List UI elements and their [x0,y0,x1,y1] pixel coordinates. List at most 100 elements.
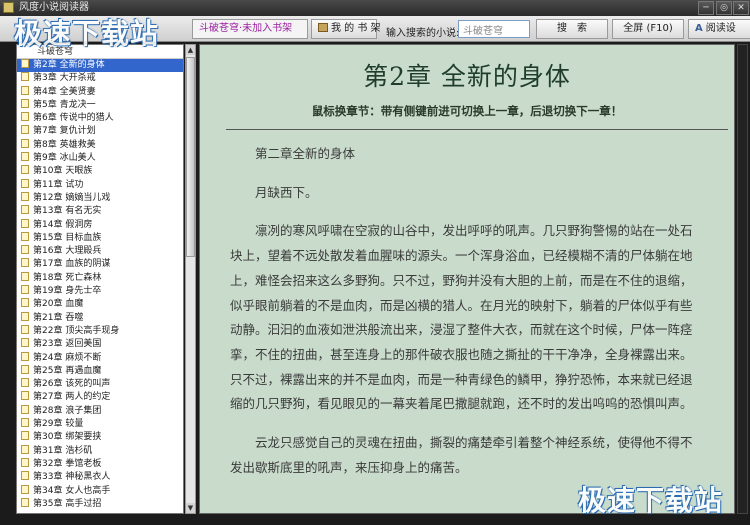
chapter-item[interactable]: 第10章 天眼族 [17,165,183,178]
bookshelf-button[interactable]: 我 的 书 架 [311,19,381,39]
chapter-label: 第4章 全美贤妻 [33,86,96,97]
chapter-label: 第33章 神秘黑衣人 [33,472,111,483]
chapter-item[interactable]: 第12章 嫡嫡当儿戏 [17,191,183,205]
chapter-item[interactable]: 第15章 目标血族 [17,231,183,245]
chapter-item[interactable]: 第23章 返回美国 [17,338,183,351]
document-icon [21,364,29,374]
document-icon [21,231,29,241]
chapter-label: 第12章 嫡嫡当儿戏 [33,192,111,203]
document-icon [21,471,29,481]
chapter-label: 第14章 假洞房 [33,219,93,230]
chapter-item[interactable]: 第29章 较量 [17,418,183,431]
chapter-label: 第32章 拳馆老板 [33,458,102,469]
chapter-label: 第13章 有名无实 [33,206,102,217]
document-icon [21,85,29,95]
chapter-item[interactable]: 第18章 死亡森林 [17,271,183,285]
chapter-item[interactable]: 第22章 顶尖高手现身 [17,324,183,338]
chapter-item[interactable]: 第33章 神秘黑衣人 [17,471,183,484]
settings-icon: A [695,23,703,34]
chapter-list-scrollbar[interactable]: ▲ ▼ [185,44,196,514]
app-icon [3,2,14,13]
document-icon [21,391,29,401]
chapter-label: 第26章 该死的叫声 [33,379,111,390]
chapter-item[interactable]: 第27章 两人的约定 [17,391,183,404]
fullscreen-button[interactable]: 全屏 (F10) [612,19,684,39]
chapter-text: 第二章全新的身体 月缺西下。 凛冽的寒风呼啸在空寂的山谷中，发出呼呼的吼声。几只… [200,130,734,480]
chapter-item[interactable]: 第32章 拳馆老板 [17,457,183,471]
document-icon [21,457,29,467]
reading-pane-scrollbar[interactable] [737,44,748,514]
document-icon [21,245,29,255]
document-icon [21,72,29,82]
minimize-button[interactable]: ─ [698,1,714,15]
chapter-label: 第22章 顶尖高手现身 [33,325,120,336]
chapter-item[interactable]: 第6章 传说中的猎人 [17,112,183,125]
document-icon [21,431,29,441]
chapter-item[interactable]: 第11章 试功 [17,178,183,192]
bookshelf-label: 我 的 书 架 [331,23,381,34]
chapter-item[interactable]: 第21章 吞噬 [17,311,183,325]
reading-settings-label: 阅读设 [705,23,736,34]
chapter-label: 第17章 血族的阴谋 [33,259,111,270]
chapter-item[interactable]: 第3章 大开杀戒 [17,72,183,85]
chapter-label: 第35章 高手过招 [33,498,102,509]
chapter-label: 第8章 英雄救美 [33,139,96,150]
document-icon [21,112,29,122]
document-icon [21,285,29,295]
paragraph: 云龙只感觉自己的灵魂在扭曲，撕裂的痛楚牵引着整个神经系统，使得他不得不发出歇斯底… [230,435,693,475]
chapter-label: 第31章 浩杉矶 [33,445,93,456]
close-button[interactable]: ✕ [733,1,749,15]
chapter-label: 第15章 目标血族 [33,232,102,243]
reading-pane[interactable]: 第2章 全新的身体 鼠标换章节：带有侧键前进可切换上一章，后退切换下一章！ 第二… [199,44,735,514]
chapter-item[interactable]: 第35章 高手过招 [17,497,183,511]
document-icon [21,98,29,108]
chapter-item[interactable]: 第34章 女人也高手 [17,484,183,498]
chapter-item[interactable]: 第26章 该死的叫声 [17,378,183,391]
paragraph: 第二章全新的身体 [255,146,356,161]
chapter-item[interactable]: 第9章 冰山美人 [17,152,183,165]
document-icon [21,271,29,281]
search-label: 输入搜索的小说: [386,28,460,39]
chapter-label: 第29章 较量 [33,419,84,430]
reading-settings-button[interactable]: A 阅读设 [688,19,750,39]
paragraph: 凛冽的寒风呼啸在空寂的山谷中，发出呼呼的吼声。几只野狗警惕的站在一处石块上，望着… [230,223,693,412]
current-book-tab[interactable]: 斗破苍穹·未加入书架 [192,19,308,39]
chapter-item[interactable]: 第28章 浪子集团 [17,404,183,418]
document-icon [21,178,29,188]
chapter-item[interactable]: 第31章 浩杉矶 [17,444,183,458]
chapter-item[interactable]: 第20章 血魔 [17,298,183,311]
document-icon [21,444,29,454]
chapter-item[interactable]: 第7章 复仇计划 [17,125,183,138]
chapter-item[interactable]: 第5章 青龙决一 [17,98,183,112]
chapter-item[interactable]: 第25章 再遇血魔 [17,364,183,378]
chapter-item[interactable]: 第2章 全新的身体 [17,59,183,73]
chapter-item[interactable]: 第16章 大理殿兵 [17,245,183,258]
chapter-label: 第24章 麻烦不断 [33,352,102,363]
chapter-label: 第23章 返回美国 [33,339,102,350]
chapter-label: 第18章 死亡森林 [33,272,102,283]
chapter-label: 第19章 身先士卒 [33,286,102,297]
chapter-item[interactable]: 第14章 假洞房 [17,218,183,232]
chapter-label: 第11章 试功 [33,179,84,190]
search-input[interactable] [458,20,530,38]
chapter-item[interactable]: 第8章 英雄救美 [17,138,183,152]
document-icon [21,125,29,135]
document-icon [21,497,29,507]
chapter-item[interactable]: 第19章 身先士卒 [17,285,183,298]
scroll-up-arrow[interactable]: ▲ [186,45,195,55]
chapter-item[interactable]: 第13章 有名无实 [17,205,183,218]
chapter-item[interactable]: 第4章 全美贤妻 [17,85,183,99]
document-icon [21,324,29,334]
watermark-bottom: 极速下载站 [578,484,724,517]
restore-button[interactable]: ◎ [716,1,732,15]
search-button[interactable]: 搜 索 [536,19,608,39]
chapter-item[interactable]: 第30章 绑架要挟 [17,431,183,444]
chapter-label: 第25章 再遇血魔 [33,365,102,376]
scroll-down-arrow[interactable]: ▼ [186,503,195,513]
document-icon [21,338,29,348]
scroll-thumb[interactable] [186,57,195,257]
chapter-item[interactable]: 第24章 麻烦不断 [17,351,183,365]
chapter-item[interactable]: 第17章 血族的阴谋 [17,258,183,271]
chapter-label: 第21章 吞噬 [33,312,84,323]
chapter-list[interactable]: 斗破苍穹 第2章 全新的身体 第3章 大开杀戒 第4章 全美贤妻 第5章 青龙决一 第6… [16,44,184,514]
